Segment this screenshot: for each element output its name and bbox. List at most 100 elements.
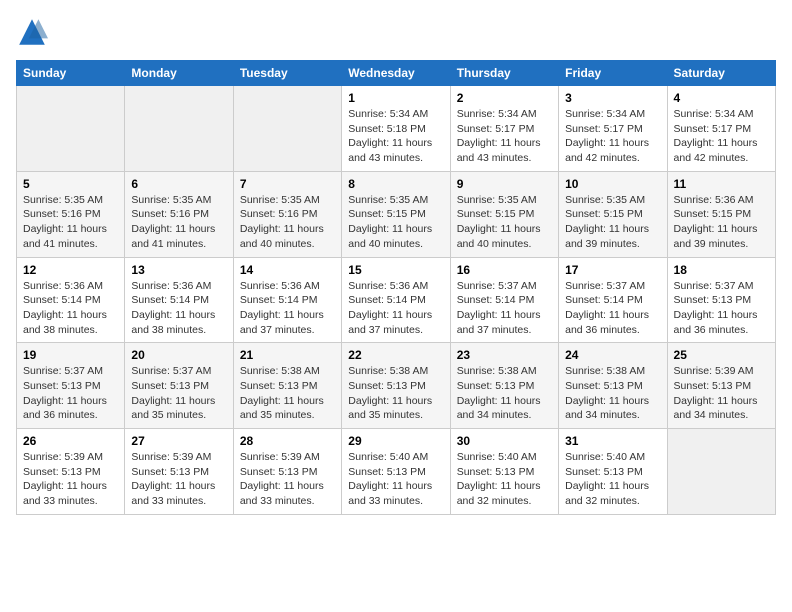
day-number: 16 [457,263,552,277]
calendar-cell: 4 Sunrise: 5:34 AM Sunset: 5:17 PM Daylig… [667,86,775,172]
day-number: 11 [674,177,769,191]
calendar-cell: 30 Sunrise: 5:40 AM Sunset: 5:13 PM Dayli… [450,429,558,515]
column-header-thursday: Thursday [450,61,558,86]
day-info: Sunrise: 5:34 AM Sunset: 5:17 PM Dayligh… [565,107,660,166]
week-row-2: 5 Sunrise: 5:35 AM Sunset: 5:16 PM Daylig… [17,171,776,257]
day-info: Sunrise: 5:37 AM Sunset: 5:13 PM Dayligh… [23,364,118,423]
calendar-cell: 26 Sunrise: 5:39 AM Sunset: 5:13 PM Dayli… [17,429,125,515]
day-info: Sunrise: 5:38 AM Sunset: 5:13 PM Dayligh… [240,364,335,423]
day-number: 18 [674,263,769,277]
day-info: Sunrise: 5:39 AM Sunset: 5:13 PM Dayligh… [131,450,226,509]
calendar-cell: 17Sunrise: 5:37 AM Sunset: 5:14 PM Dayli… [559,257,667,343]
day-number: 20 [131,348,226,362]
calendar-header: SundayMondayTuesdayWednesdayThursdayFrid… [17,61,776,86]
day-number: 4 [674,91,769,105]
day-info: Sunrise: 5:39 AM Sunset: 5:13 PM Dayligh… [23,450,118,509]
day-info: Sunrise: 5:40 AM Sunset: 5:13 PM Dayligh… [565,450,660,509]
day-number: 14 [240,263,335,277]
day-number: 3 [565,91,660,105]
calendar-cell: 7 Sunrise: 5:35 AM Sunset: 5:16 PM Daylig… [233,171,341,257]
page-header [16,16,776,48]
column-header-wednesday: Wednesday [342,61,450,86]
day-info: Sunrise: 5:36 AM Sunset: 5:14 PM Dayligh… [131,279,226,338]
day-info: Sunrise: 5:35 AM Sunset: 5:16 PM Dayligh… [240,193,335,252]
day-info: Sunrise: 5:37 AM Sunset: 5:13 PM Dayligh… [131,364,226,423]
day-info: Sunrise: 5:36 AM Sunset: 5:14 PM Dayligh… [348,279,443,338]
header-row: SundayMondayTuesdayWednesdayThursdayFrid… [17,61,776,86]
day-info: Sunrise: 5:37 AM Sunset: 5:14 PM Dayligh… [565,279,660,338]
calendar-cell: 6Sunrise: 5:35 AM Sunset: 5:16 PM Daylig… [125,171,233,257]
day-number: 23 [457,348,552,362]
calendar-cell: 13Sunrise: 5:36 AM Sunset: 5:14 PM Dayli… [125,257,233,343]
day-number: 8 [348,177,443,191]
column-header-monday: Monday [125,61,233,86]
day-number: 2 [457,91,552,105]
day-number: 28 [240,434,335,448]
day-info: Sunrise: 5:35 AM Sunset: 5:15 PM Dayligh… [565,193,660,252]
logo-icon [16,16,48,48]
calendar-table: SundayMondayTuesdayWednesdayThursdayFrid… [16,60,776,515]
calendar-cell: 21 Sunrise: 5:38 AM Sunset: 5:13 PM Dayli… [233,343,341,429]
day-number: 27 [131,434,226,448]
day-number: 21 [240,348,335,362]
week-row-1: 1 Sunrise: 5:34 AM Sunset: 5:18 PM Daylig… [17,86,776,172]
calendar-cell: 31 Sunrise: 5:40 AM Sunset: 5:13 PM Dayli… [559,429,667,515]
day-number: 19 [23,348,118,362]
day-number: 30 [457,434,552,448]
calendar-cell: 10 Sunrise: 5:35 AM Sunset: 5:15 PM Dayli… [559,171,667,257]
calendar-cell [17,86,125,172]
column-header-saturday: Saturday [667,61,775,86]
calendar-body: 1 Sunrise: 5:34 AM Sunset: 5:18 PM Daylig… [17,86,776,515]
column-header-friday: Friday [559,61,667,86]
day-number: 31 [565,434,660,448]
day-number: 10 [565,177,660,191]
day-info: Sunrise: 5:38 AM Sunset: 5:13 PM Dayligh… [348,364,443,423]
day-number: 12 [23,263,118,277]
calendar-cell: 23 Sunrise: 5:38 AM Sunset: 5:13 PM Dayli… [450,343,558,429]
day-number: 7 [240,177,335,191]
calendar-cell: 25Sunrise: 5:39 AM Sunset: 5:13 PM Dayli… [667,343,775,429]
calendar-cell: 27 Sunrise: 5:39 AM Sunset: 5:13 PM Dayli… [125,429,233,515]
day-number: 5 [23,177,118,191]
day-number: 25 [674,348,769,362]
day-number: 1 [348,91,443,105]
calendar-cell [233,86,341,172]
day-info: Sunrise: 5:35 AM Sunset: 5:16 PM Dayligh… [23,193,118,252]
day-info: Sunrise: 5:39 AM Sunset: 5:13 PM Dayligh… [240,450,335,509]
day-info: Sunrise: 5:35 AM Sunset: 5:15 PM Dayligh… [348,193,443,252]
day-info: Sunrise: 5:36 AM Sunset: 5:14 PM Dayligh… [23,279,118,338]
calendar-cell: 1 Sunrise: 5:34 AM Sunset: 5:18 PM Daylig… [342,86,450,172]
day-info: Sunrise: 5:37 AM Sunset: 5:13 PM Dayligh… [674,279,769,338]
day-number: 22 [348,348,443,362]
day-number: 9 [457,177,552,191]
day-info: Sunrise: 5:38 AM Sunset: 5:13 PM Dayligh… [565,364,660,423]
calendar-cell: 12 Sunrise: 5:36 AM Sunset: 5:14 PM Dayli… [17,257,125,343]
logo [16,16,52,48]
calendar-cell: 15Sunrise: 5:36 AM Sunset: 5:14 PM Dayli… [342,257,450,343]
day-info: Sunrise: 5:40 AM Sunset: 5:13 PM Dayligh… [348,450,443,509]
calendar-cell: 29Sunrise: 5:40 AM Sunset: 5:13 PM Dayli… [342,429,450,515]
day-info: Sunrise: 5:34 AM Sunset: 5:17 PM Dayligh… [457,107,552,166]
day-number: 24 [565,348,660,362]
column-header-sunday: Sunday [17,61,125,86]
day-info: Sunrise: 5:37 AM Sunset: 5:14 PM Dayligh… [457,279,552,338]
calendar-cell: 14 Sunrise: 5:36 AM Sunset: 5:14 PM Dayli… [233,257,341,343]
calendar-cell: 8 Sunrise: 5:35 AM Sunset: 5:15 PM Daylig… [342,171,450,257]
day-info: Sunrise: 5:40 AM Sunset: 5:13 PM Dayligh… [457,450,552,509]
calendar-cell: 28 Sunrise: 5:39 AM Sunset: 5:13 PM Dayli… [233,429,341,515]
day-info: Sunrise: 5:38 AM Sunset: 5:13 PM Dayligh… [457,364,552,423]
calendar-cell [667,429,775,515]
calendar-cell: 16 Sunrise: 5:37 AM Sunset: 5:14 PM Dayli… [450,257,558,343]
day-info: Sunrise: 5:36 AM Sunset: 5:15 PM Dayligh… [674,193,769,252]
day-info: Sunrise: 5:34 AM Sunset: 5:17 PM Dayligh… [674,107,769,166]
day-info: Sunrise: 5:34 AM Sunset: 5:18 PM Dayligh… [348,107,443,166]
calendar-cell: 5 Sunrise: 5:35 AM Sunset: 5:16 PM Daylig… [17,171,125,257]
calendar-cell: 19 Sunrise: 5:37 AM Sunset: 5:13 PM Dayli… [17,343,125,429]
calendar-cell: 18 Sunrise: 5:37 AM Sunset: 5:13 PM Dayli… [667,257,775,343]
day-info: Sunrise: 5:35 AM Sunset: 5:15 PM Dayligh… [457,193,552,252]
calendar-cell: 3 Sunrise: 5:34 AM Sunset: 5:17 PM Daylig… [559,86,667,172]
day-info: Sunrise: 5:36 AM Sunset: 5:14 PM Dayligh… [240,279,335,338]
calendar-cell: 24 Sunrise: 5:38 AM Sunset: 5:13 PM Dayli… [559,343,667,429]
day-number: 26 [23,434,118,448]
week-row-3: 12 Sunrise: 5:36 AM Sunset: 5:14 PM Dayli… [17,257,776,343]
